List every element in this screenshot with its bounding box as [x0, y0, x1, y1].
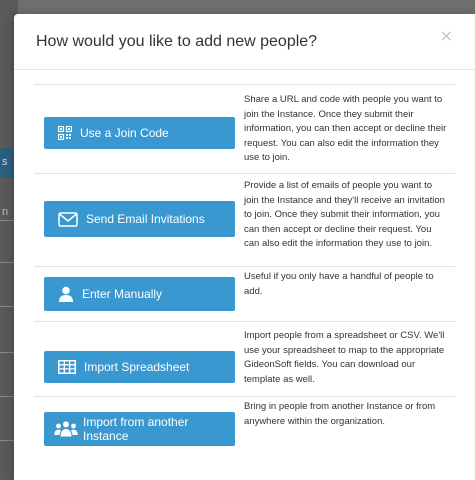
user-icon [58, 286, 74, 302]
option-description: Provide a list of emails of people you w… [244, 180, 445, 249]
option-row-import-instance: Import from another Instance Bring in pe… [34, 396, 455, 457]
enter-manually-button[interactable]: Enter Manually [44, 277, 235, 311]
close-button[interactable]: × [440, 26, 453, 45]
users-group-icon [54, 421, 78, 437]
send-email-invitations-button[interactable]: Send Email Invitations [44, 201, 235, 237]
option-description: Share a URL and code with people you wan… [244, 94, 447, 163]
import-spreadsheet-button[interactable]: Import Spreadsheet [44, 351, 235, 383]
backdrop-text-fragment: s [2, 156, 8, 168]
option-description: Import people from a spreadsheet or CSV.… [244, 330, 445, 385]
use-join-code-button[interactable]: Use a Join Code [44, 117, 235, 149]
option-description: Useful if you only have a handful of peo… [244, 271, 434, 297]
option-row-import-spreadsheet: Import Spreadsheet Import people from a … [34, 321, 455, 397]
button-label: Import Spreadsheet [84, 360, 190, 374]
option-row-email-invitations: Send Email Invitations Provide a list of… [34, 173, 455, 267]
button-label: Send Email Invitations [86, 212, 205, 226]
button-label: Import from another Instance [83, 415, 189, 443]
button-label: Enter Manually [82, 287, 163, 301]
table-icon [58, 360, 76, 374]
import-from-another-instance-button[interactable]: Import from another Instance [44, 412, 235, 446]
option-row-enter-manually: Enter Manually Useful if you only have a… [34, 266, 455, 322]
button-label: Use a Join Code [80, 126, 169, 140]
add-people-modal: How would you like to add new people? × [14, 14, 475, 480]
qr-code-icon [58, 126, 72, 140]
modal-title: How would you like to add new people? [36, 33, 318, 50]
option-row-join-code: Use a Join Code Share a URL and code wit… [34, 84, 455, 174]
envelope-icon [58, 211, 78, 227]
option-description: Bring in people from another Instance or… [244, 401, 436, 427]
backdrop-text-fragment: n [2, 206, 9, 218]
header-divider [14, 69, 475, 70]
